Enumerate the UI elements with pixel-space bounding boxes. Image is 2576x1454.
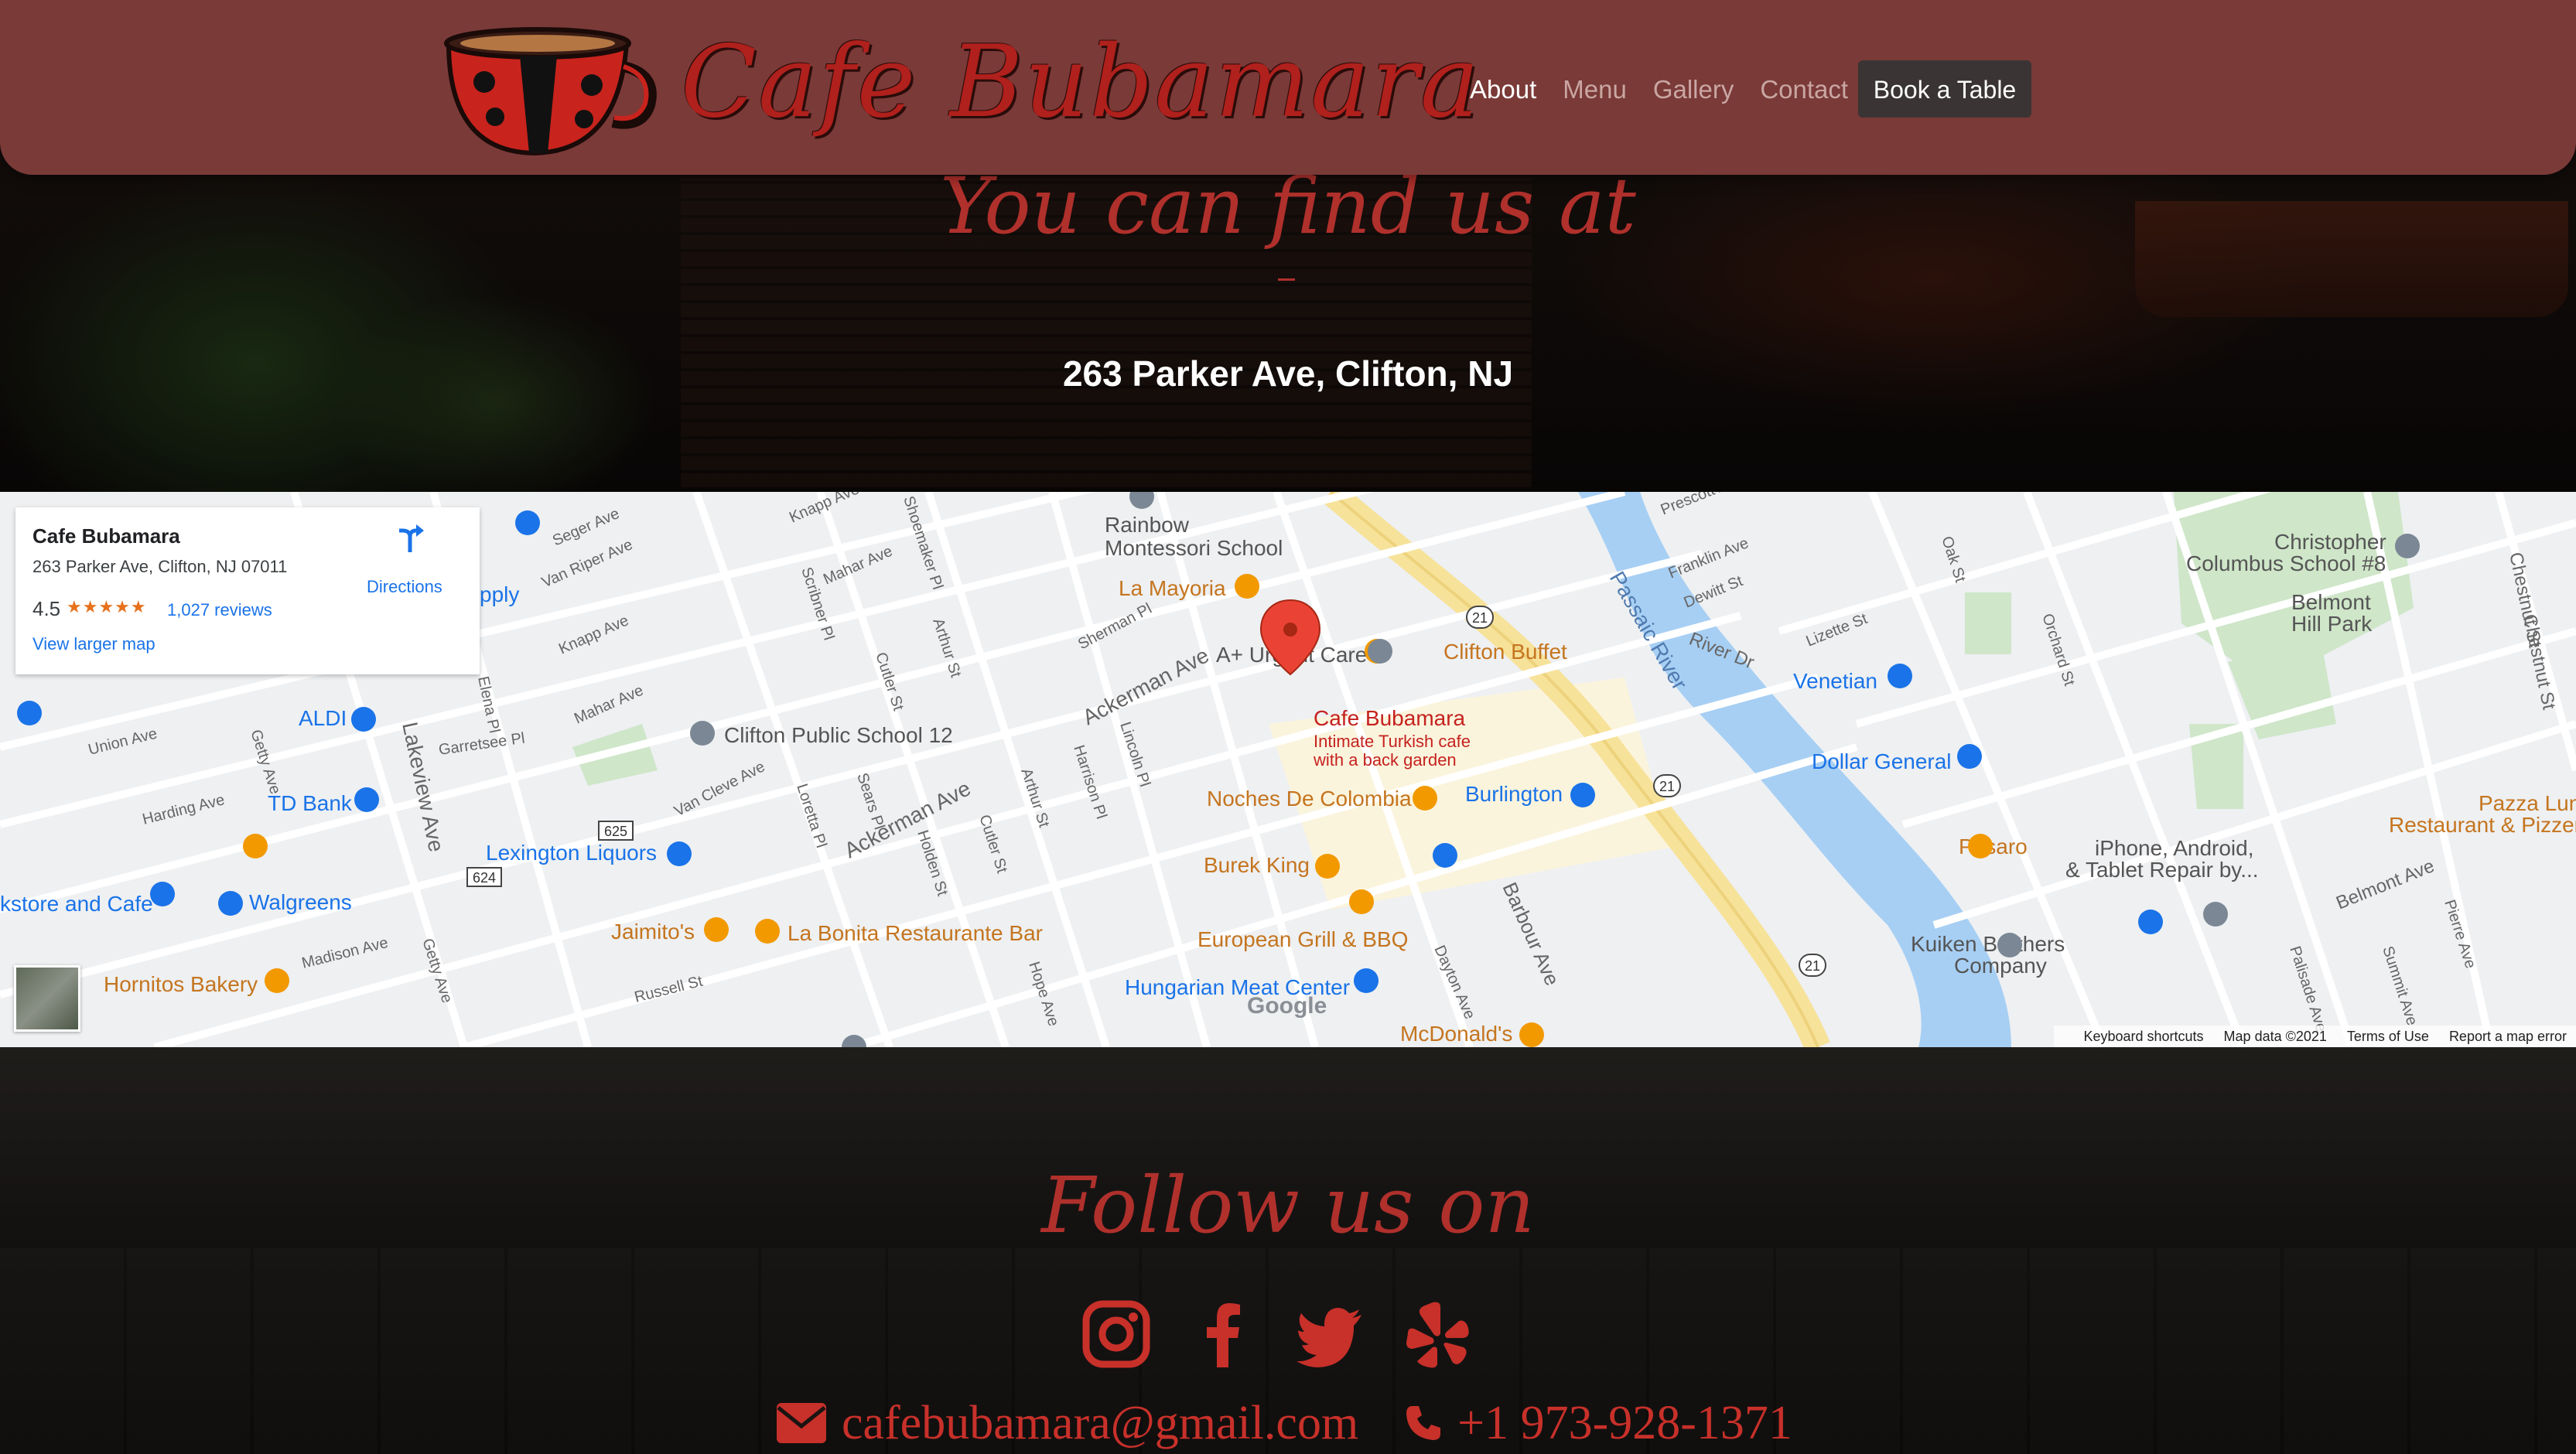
svg-text:21: 21 xyxy=(1805,958,1820,974)
place-address: 263 Parker Ave, Clifton, NJ 07011 xyxy=(32,557,288,576)
svg-text:21: 21 xyxy=(1659,779,1675,794)
follow-us-heading: Follow us on xyxy=(1041,1160,1535,1251)
svg-text:21: 21 xyxy=(1472,610,1488,626)
embedded-map[interactable]: 21 21 21 625 624 Rainbow Montessori Scho… xyxy=(0,492,2576,1047)
svg-text:with a back garden: with a back garden xyxy=(1313,750,1457,770)
place-name: Cafe Bubamara xyxy=(32,524,180,548)
svg-text:Kuiken Brothers: Kuiken Brothers xyxy=(1911,932,2065,956)
svg-text:Noches De Colombia: Noches De Colombia xyxy=(1207,787,1412,811)
yelp-icon[interactable] xyxy=(1402,1299,1471,1369)
svg-text:Walgreens: Walgreens xyxy=(249,890,352,914)
svg-text:La Bonita Restaurante Bar: La Bonita Restaurante Bar xyxy=(787,921,1043,945)
svg-text:Jaimito's: Jaimito's xyxy=(611,920,695,944)
phone-link[interactable]: +1 973-928-1371 xyxy=(1457,1396,1792,1451)
directions-link[interactable]: Directions xyxy=(367,577,442,597)
nav-about[interactable]: About xyxy=(1470,68,1536,111)
reviews-link[interactable]: 1,027 reviews xyxy=(167,600,272,620)
svg-text:Columbus School #8: Columbus School #8 xyxy=(2186,551,2386,575)
svg-text:Montessori School: Montessori School xyxy=(1105,536,1283,560)
contact-info: cafebubamara@gmail.com +1 973-928-1371 xyxy=(777,1392,1792,1454)
svg-text:iPhone, Android,: iPhone, Android, xyxy=(2095,836,2254,860)
svg-text:kstore and Cafe: kstore and Cafe xyxy=(0,892,153,916)
heading-divider xyxy=(1278,278,1295,281)
nav-contact[interactable]: Contact xyxy=(1760,68,1848,111)
instagram-icon[interactable] xyxy=(1081,1299,1151,1369)
svg-text:TD Bank: TD Bank xyxy=(268,791,353,815)
svg-text:& Tablet Repair by...: & Tablet Repair by... xyxy=(2065,858,2259,882)
svg-text:Belmont: Belmont xyxy=(2291,590,2371,614)
main-nav: About Menu Gallery Contact xyxy=(1470,68,1874,111)
facebook-icon[interactable] xyxy=(1188,1299,1258,1369)
social-links xyxy=(1081,1299,1508,1369)
brand-name[interactable]: Cafe Bubamara xyxy=(681,17,1481,148)
ladybug-cup-logo[interactable] xyxy=(433,20,658,159)
satellite-toggle[interactable] xyxy=(14,965,80,1032)
svg-text:Company: Company xyxy=(1954,954,2047,978)
svg-text:Pazza Lun: Pazza Lun xyxy=(2479,791,2576,815)
rating-stars-icon: ★★★★★ xyxy=(67,597,147,616)
svg-text:Restaurant & Pizzer: Restaurant & Pizzer xyxy=(2389,813,2576,837)
map-attribution-bar: Keyboard shortcuts Map data ©2021 Terms … xyxy=(2054,1026,2576,1047)
directions-icon[interactable] xyxy=(395,523,425,554)
place-info-card: Cafe Bubamara 263 Parker Ave, Clifton, N… xyxy=(15,507,480,674)
svg-text:McDonald's: McDonald's xyxy=(1400,1022,1512,1046)
svg-text:ALDI: ALDI xyxy=(299,706,347,730)
svg-text:Cafe Bubamara: Cafe Bubamara xyxy=(1314,706,1466,730)
report-map-error-link[interactable]: Report a map error xyxy=(2449,1026,2567,1047)
svg-text:Intimate Turkish cafe: Intimate Turkish cafe xyxy=(1314,732,1471,751)
email-link[interactable]: cafebubamara@gmail.com xyxy=(842,1396,1358,1451)
book-table-button[interactable]: Book a Table xyxy=(1858,60,2031,118)
svg-text:La Mayoria: La Mayoria xyxy=(1119,576,1226,600)
svg-text:Rainbow: Rainbow xyxy=(1105,513,1190,537)
address-text: 263 Parker Ave, Clifton, NJ xyxy=(1062,353,1514,394)
svg-text:Clifton Public School 12: Clifton Public School 12 xyxy=(724,723,953,747)
site-header: Cafe Bubamara About Menu Gallery Contact… xyxy=(0,0,2576,175)
google-logo: Google xyxy=(1247,993,1327,1019)
svg-text:Hill Park: Hill Park xyxy=(2291,612,2373,636)
keyboard-shortcuts-link[interactable]: Keyboard shortcuts xyxy=(2083,1026,2203,1047)
nav-menu[interactable]: Menu xyxy=(1563,68,1627,111)
svg-text:European Grill & BBQ: European Grill & BBQ xyxy=(1197,927,1408,951)
svg-text:Christopher: Christopher xyxy=(2274,530,2386,554)
phone-icon xyxy=(1406,1406,1441,1440)
svg-text:625: 625 xyxy=(604,824,627,839)
svg-text:Venetian: Venetian xyxy=(1793,669,1877,693)
svg-text:Burlington: Burlington xyxy=(1465,782,1563,806)
svg-text:Hornitos Bakery: Hornitos Bakery xyxy=(104,972,258,996)
twitter-icon[interactable] xyxy=(1295,1299,1365,1369)
nav-gallery[interactable]: Gallery xyxy=(1653,68,1734,111)
svg-text:Burek King: Burek King xyxy=(1204,853,1310,877)
map-data-text: Map data ©2021 xyxy=(2223,1029,2327,1044)
terms-of-use-link[interactable]: Terms of Use xyxy=(2347,1026,2429,1047)
svg-text:Dollar General: Dollar General xyxy=(1812,749,1952,773)
svg-text:Lexington Liquors: Lexington Liquors xyxy=(486,841,657,865)
view-larger-map-link[interactable]: View larger map xyxy=(32,634,155,654)
svg-text:pply: pply xyxy=(480,582,519,606)
envelope-icon xyxy=(777,1403,826,1443)
place-rating: 4.5 xyxy=(32,597,61,620)
svg-text:Clifton Buffet: Clifton Buffet xyxy=(1443,640,1567,664)
svg-text:624: 624 xyxy=(473,870,496,886)
